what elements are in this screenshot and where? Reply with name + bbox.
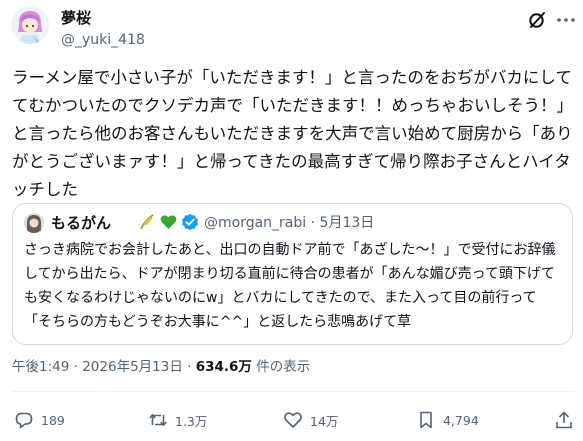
reply-count: 189 (41, 412, 65, 428)
quote-date[interactable]: 5月13日 (320, 215, 375, 231)
author-handle[interactable]: @_yuki_418 (61, 31, 145, 49)
repost-icon (149, 413, 167, 427)
quote-text: さっき病院でお会計したあと、出口の自動ドア前で「あざした〜！」で受付にお辞儀して… (24, 242, 556, 330)
green-heart-icon (160, 214, 177, 230)
view-count-label: 件の表示 (256, 359, 311, 375)
tweet-time[interactable]: 午後1:49 (12, 359, 69, 375)
author-avatar[interactable] (11, 6, 49, 44)
author-name[interactable]: 夢桜 (61, 8, 91, 28)
quote-author-meta: @morgan_rabi · 5月13日 (204, 213, 374, 233)
bookmark-icon (420, 411, 432, 429)
quote-author-name[interactable]: もるがん (51, 213, 111, 233)
meta-separator: · (187, 359, 192, 375)
quote-author-handle[interactable]: @morgan_rabi (204, 215, 306, 231)
verified-badge-icon (181, 213, 199, 231)
bookmark-button[interactable]: 4,794 (416, 409, 479, 431)
repost-count: 1.3万 (175, 413, 208, 429)
meta-separator: · (73, 359, 78, 375)
reply-icon (15, 412, 33, 429)
more-options-icon[interactable] (555, 10, 577, 30)
reply-button[interactable]: 189 (14, 409, 65, 431)
repost-button[interactable]: 1.3万 (148, 409, 207, 431)
tweet-date[interactable]: 2026年5月13日 (82, 359, 183, 375)
quote-author-avatar[interactable] (24, 213, 44, 233)
share-icon (556, 411, 572, 429)
share-button[interactable] (554, 409, 574, 431)
bookmark-count: 4,794 (443, 412, 479, 428)
quote-separator: · (310, 215, 316, 231)
heart-icon (284, 412, 302, 428)
tweet-meta: 午後1:49 · 2026年5月13日 · 634.6万 件の表示 (12, 357, 310, 377)
grok-icon[interactable] (527, 10, 547, 30)
like-count: 14万 (310, 413, 339, 429)
quoted-tweet[interactable]: もるがん @morgan_rabi · 5月13日 さっき病院でお会計したあと、… (12, 203, 573, 345)
tweet-text: ラーメン屋で小さい子が「いただきます！」と言ったのをおぢがバカにしててむかついた… (12, 68, 573, 199)
like-button[interactable]: 14万 (283, 409, 338, 431)
view-count: 634.6万 (195, 359, 252, 375)
sparkle-leaf-icon (138, 213, 156, 231)
divider (12, 391, 574, 392)
